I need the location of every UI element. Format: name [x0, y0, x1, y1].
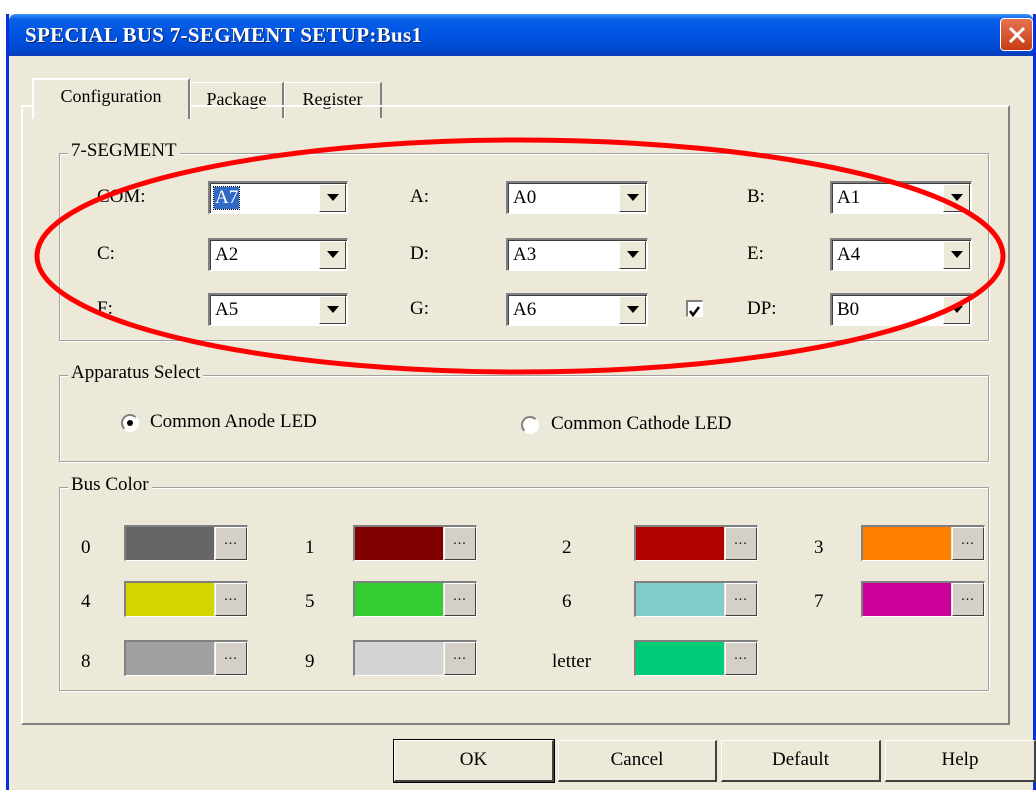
check-icon: [689, 306, 700, 318]
com-select[interactable]: A7: [208, 181, 348, 214]
c-value: A2: [215, 244, 239, 265]
a-value: A0: [513, 187, 537, 208]
e-select[interactable]: A4: [830, 238, 972, 271]
segment-legend: 7-SEGMENT: [68, 141, 180, 161]
color-swatch-7[interactable]: ...: [861, 581, 985, 617]
color-label: 4: [81, 591, 91, 612]
chevron-down-icon[interactable]: [619, 296, 646, 324]
ok-button[interactable]: OK: [393, 739, 555, 783]
c-label: C:: [97, 243, 115, 264]
cathode-radio[interactable]: [521, 416, 539, 434]
color-label: 5: [305, 591, 315, 612]
close-button[interactable]: [1000, 18, 1033, 51]
a-select[interactable]: A0: [506, 181, 648, 214]
color-label: 0: [81, 537, 91, 558]
color-swatch-0[interactable]: ...: [124, 525, 248, 561]
color-label: 2: [562, 537, 572, 558]
g-value: A6: [513, 299, 537, 320]
color-label: 7: [814, 591, 824, 612]
chevron-down-icon[interactable]: [943, 184, 970, 212]
color-label: 1: [305, 537, 315, 558]
cathode-label[interactable]: Common Cathode LED: [551, 413, 731, 435]
more-icon[interactable]: ...: [952, 527, 984, 560]
dp-checkbox[interactable]: [686, 300, 703, 318]
bus-color-legend: Bus Color: [68, 475, 152, 495]
chevron-down-icon[interactable]: [319, 241, 346, 269]
default-button[interactable]: Default: [721, 740, 881, 782]
f-select[interactable]: A5: [208, 293, 348, 326]
color-swatch-4[interactable]: ...: [124, 581, 248, 617]
color-swatch-2[interactable]: ...: [634, 525, 758, 561]
chevron-down-icon[interactable]: [319, 296, 346, 324]
e-value: A4: [837, 244, 861, 265]
tab-configuration[interactable]: Configuration: [32, 78, 190, 119]
b-value: A1: [837, 187, 861, 208]
color-swatch-6[interactable]: ...: [634, 581, 758, 617]
c-select[interactable]: A2: [208, 238, 348, 271]
f-label: F:: [97, 298, 113, 319]
d-label: D:: [410, 243, 429, 264]
color-swatch-5[interactable]: ...: [353, 581, 477, 617]
a-label: A:: [410, 186, 429, 207]
more-icon[interactable]: ...: [444, 642, 476, 675]
b-label: B:: [747, 186, 765, 207]
anode-label[interactable]: Common Anode LED: [150, 411, 317, 433]
color-label: 6: [562, 591, 572, 612]
more-icon[interactable]: ...: [444, 583, 476, 616]
more-icon[interactable]: ...: [444, 527, 476, 560]
more-icon[interactable]: ...: [725, 527, 757, 560]
f-value: A5: [215, 299, 239, 320]
chevron-down-icon[interactable]: [943, 296, 970, 324]
color-label: 3: [814, 537, 824, 558]
color-label: 9: [305, 651, 315, 672]
chevron-down-icon[interactable]: [943, 241, 970, 269]
chevron-down-icon[interactable]: [619, 241, 646, 269]
more-icon[interactable]: ...: [952, 583, 984, 616]
color-label: letter: [552, 651, 592, 672]
d-select[interactable]: A3: [506, 238, 648, 271]
dp-label: DP:: [747, 298, 777, 319]
dp-value: B0: [837, 299, 860, 320]
more-icon[interactable]: ...: [215, 527, 247, 560]
chevron-down-icon[interactable]: [319, 184, 346, 212]
cancel-button[interactable]: Cancel: [558, 740, 717, 782]
help-button[interactable]: Help: [885, 740, 1036, 782]
b-select[interactable]: A1: [830, 181, 972, 214]
more-icon[interactable]: ...: [215, 583, 247, 616]
g-label: G:: [410, 298, 429, 319]
color-swatch-letter[interactable]: ...: [634, 640, 758, 676]
more-icon[interactable]: ...: [725, 642, 757, 675]
com-value: A7: [212, 186, 241, 210]
close-icon: [1008, 26, 1026, 44]
color-swatch-3[interactable]: ...: [861, 525, 985, 561]
color-swatch-8[interactable]: ...: [124, 640, 248, 676]
anode-radio[interactable]: [121, 414, 139, 432]
d-value: A3: [513, 244, 537, 265]
chevron-down-icon[interactable]: [619, 184, 646, 212]
more-icon[interactable]: ...: [725, 583, 757, 616]
title-bar[interactable]: SPECIAL BUS 7-SEGMENT SETUP:Bus1: [9, 14, 1033, 56]
apparatus-legend: Apparatus Select: [68, 363, 204, 383]
color-swatch-9[interactable]: ...: [353, 640, 477, 676]
g-select[interactable]: A6: [506, 293, 648, 326]
e-label: E:: [747, 243, 764, 264]
com-label: COM:: [97, 186, 146, 207]
dp-select[interactable]: B0: [830, 293, 972, 326]
color-swatch-1[interactable]: ...: [353, 525, 477, 561]
window-title: SPECIAL BUS 7-SEGMENT SETUP:Bus1: [25, 23, 423, 47]
more-icon[interactable]: ...: [215, 642, 247, 675]
color-label: 8: [81, 651, 91, 672]
